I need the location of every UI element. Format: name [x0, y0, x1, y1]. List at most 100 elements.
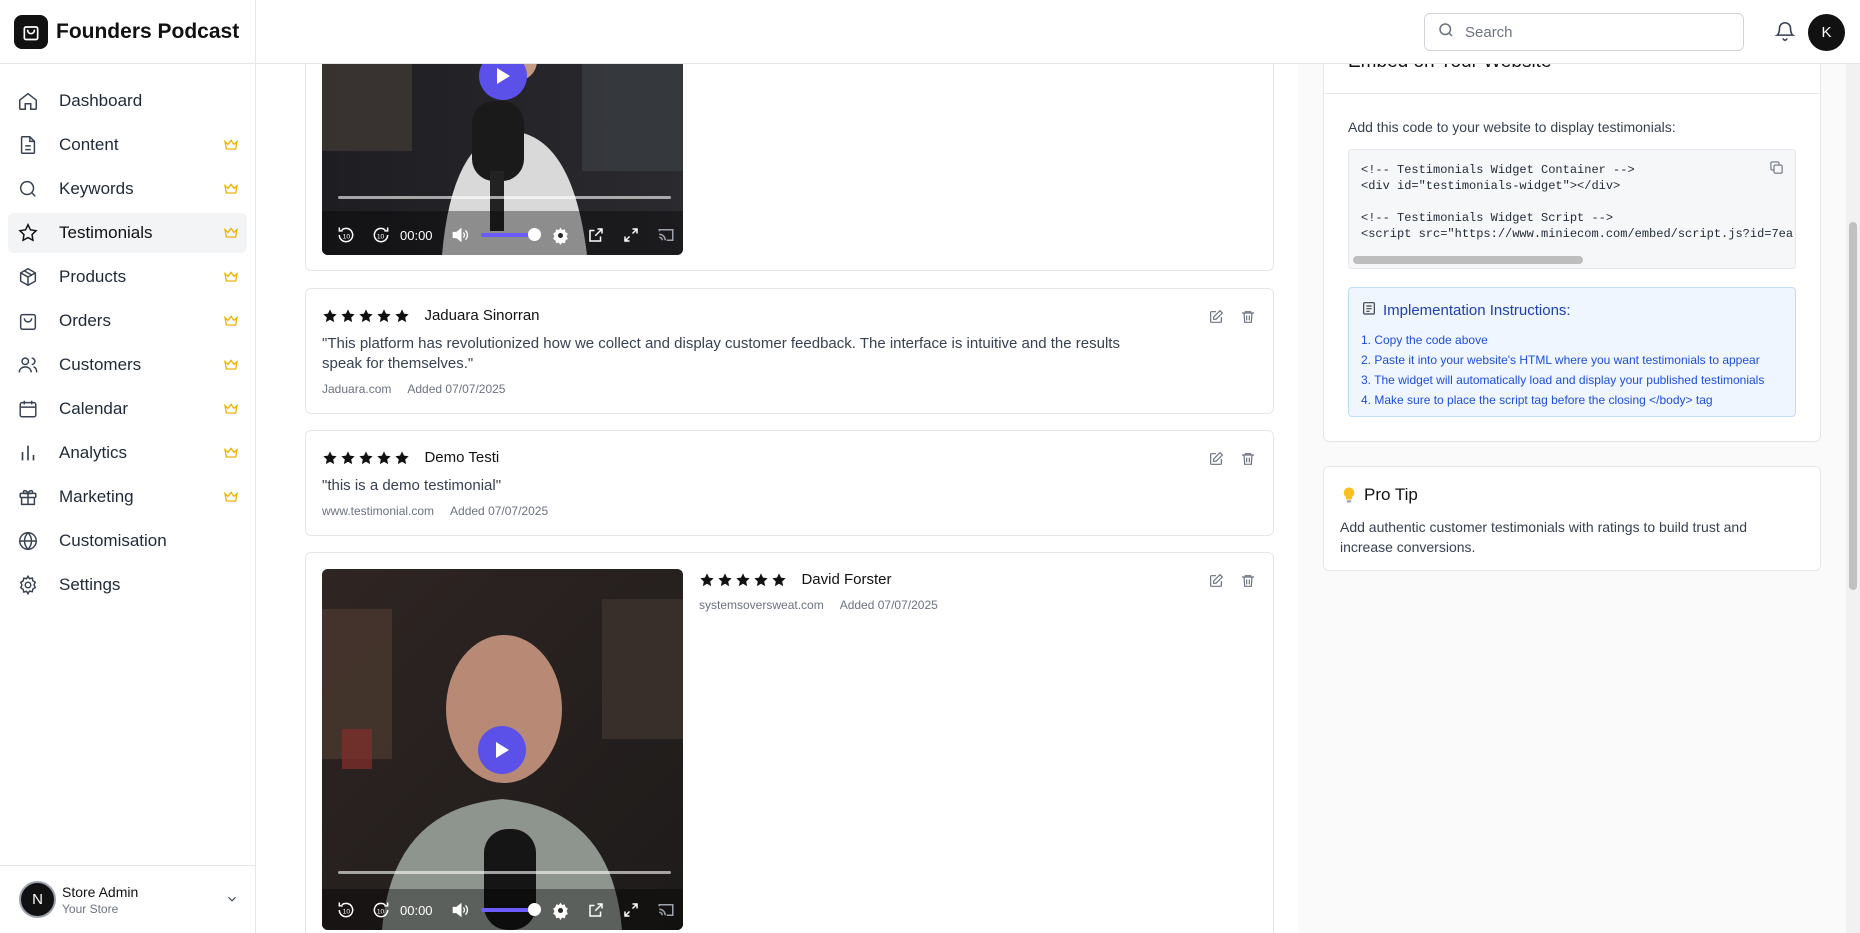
rewind-10-icon[interactable]: 10	[328, 900, 363, 920]
instructions-title-text: Implementation Instructions:	[1383, 301, 1571, 319]
star-icon	[395, 309, 409, 322]
volume-slider[interactable]	[481, 228, 541, 241]
avatar: N	[19, 881, 56, 918]
search-input[interactable]	[1465, 23, 1725, 41]
lightbulb-icon	[1340, 486, 1358, 504]
star-rating	[699, 572, 787, 588]
video-time: 00:00	[400, 227, 433, 243]
video-progress-bar[interactable]	[338, 196, 671, 199]
play-button[interactable]	[478, 726, 526, 774]
video-progress-bar[interactable]	[338, 871, 671, 874]
forward-10-icon[interactable]: 10	[363, 225, 398, 245]
topbar: K	[256, 0, 1860, 64]
sidebar-item-testimonials[interactable]: Testimonials	[8, 213, 247, 253]
star-icon	[323, 309, 337, 322]
instructions-title: Implementation Instructions:	[1361, 300, 1783, 320]
sidebar-item-keywords[interactable]: Keywords	[8, 169, 247, 209]
bell-icon[interactable]	[1774, 20, 1796, 47]
star-icon	[359, 451, 373, 464]
popout-icon[interactable]	[578, 901, 613, 919]
settings-gear-icon[interactable]	[543, 226, 578, 245]
brand-name: Founders Podcast	[56, 19, 240, 43]
fullscreen-icon[interactable]	[613, 901, 648, 919]
volume-slider-knob[interactable]	[528, 228, 541, 241]
instruction-step: 3. The widget will automatically load an…	[1361, 373, 1765, 387]
sidebar-item-label: Calendar	[59, 399, 128, 418]
instructions-list: 1. Copy the code above 2. Paste it into …	[1361, 330, 1783, 410]
sidebar-item-orders[interactable]: Orders	[8, 301, 247, 341]
star-icon	[17, 222, 39, 244]
edit-icon[interactable]	[1207, 308, 1225, 326]
sidebar-item-label: Analytics	[59, 443, 128, 462]
popout-icon[interactable]	[578, 226, 613, 244]
sidebar-item-content[interactable]: Content	[8, 125, 247, 165]
star-icon	[377, 451, 391, 464]
sidebar-item-products[interactable]: Products	[8, 257, 247, 297]
testimonial-meta: Jaduara.com Added 07/07/2025	[322, 382, 505, 396]
testimonial-quote: "this is a demo testimonial"	[322, 477, 502, 494]
star-icon	[736, 573, 750, 586]
chevron-down-icon	[225, 892, 239, 911]
cast-icon[interactable]	[648, 226, 683, 244]
sidebar-item-label: Settings	[59, 575, 121, 594]
user-menu[interactable]: N Store Admin Your Store	[0, 865, 255, 933]
sidebar-item-label: Customers	[59, 355, 142, 374]
crown-icon	[223, 489, 239, 505]
crown-icon	[223, 313, 239, 329]
sidebar-item-analytics[interactable]: Analytics	[8, 433, 247, 473]
sidebar-item-customisation[interactable]: Customisation	[8, 521, 247, 561]
sidebar-item-customers[interactable]: Customers	[8, 345, 247, 385]
embed-description: Add this code to your website to display…	[1348, 119, 1676, 135]
volume-slider[interactable]	[481, 903, 541, 916]
brand[interactable]: Founders Podcast	[0, 0, 255, 64]
rewind-10-icon[interactable]: 10	[328, 225, 363, 245]
sidebar-item-settings[interactable]: Settings	[8, 565, 247, 605]
sidebar-nav: Dashboard Content Keywords Testimonials …	[0, 64, 255, 605]
trash-icon[interactable]	[1239, 308, 1257, 326]
testimonial-actions	[1207, 572, 1257, 590]
embed-code-box[interactable]: <!-- Testimonials Widget Container --> <…	[1348, 149, 1796, 269]
trash-icon[interactable]	[1239, 450, 1257, 468]
edit-icon[interactable]	[1207, 572, 1225, 590]
testimonial-header: Jaduara Sinorran	[322, 307, 540, 325]
star-icon	[718, 573, 732, 586]
forward-10-icon[interactable]: 10	[363, 900, 398, 920]
sidebar-item-calendar[interactable]: Calendar	[8, 389, 247, 429]
sidebar-item-label: Testimonials	[59, 223, 153, 242]
play-icon	[497, 68, 510, 84]
avatar[interactable]: K	[1808, 14, 1845, 51]
globe-icon	[17, 530, 39, 552]
pro-tip-title: Pro Tip	[1340, 485, 1418, 505]
sidebar-item-dashboard[interactable]: Dashboard	[8, 81, 247, 121]
star-icon	[700, 573, 714, 586]
testimonial-author: David Forster	[801, 571, 892, 589]
copy-icon[interactable]	[1769, 160, 1785, 176]
svg-text:10: 10	[376, 233, 384, 240]
sidebar-item-marketing[interactable]: Marketing	[8, 477, 247, 517]
cast-icon[interactable]	[648, 901, 683, 919]
settings-gear-icon[interactable]	[543, 901, 578, 920]
video-player[interactable]: 10 10 00:00	[322, 569, 683, 930]
star-icon	[341, 309, 355, 322]
testimonial-meta: systemsoversweat.com Added 07/07/2025	[699, 598, 938, 612]
edit-icon[interactable]	[1207, 450, 1225, 468]
star-icon	[772, 573, 786, 586]
user-info: Store Admin Your Store	[62, 884, 138, 916]
volume-icon[interactable]	[442, 900, 477, 920]
volume-icon[interactable]	[442, 225, 477, 245]
search-box[interactable]	[1424, 13, 1744, 51]
app-root: Founders Podcast Dashboard Content Keywo…	[0, 0, 1860, 933]
testimonial-author: Demo Testi	[424, 449, 500, 467]
page-scrollbar-thumb[interactable]	[1849, 222, 1857, 590]
crown-icon	[223, 181, 239, 197]
fullscreen-icon[interactable]	[613, 226, 648, 244]
gift-icon	[17, 486, 39, 508]
volume-slider-knob[interactable]	[528, 903, 541, 916]
play-icon	[496, 742, 509, 758]
trash-icon[interactable]	[1239, 572, 1257, 590]
embed-code[interactable]: <!-- Testimonials Widget Container --> <…	[1361, 162, 1793, 242]
document-icon	[17, 134, 39, 156]
pro-tip-title-text: Pro Tip	[1364, 485, 1418, 504]
code-horizontal-scrollbar[interactable]	[1353, 256, 1583, 264]
testimonial-source: systemsoversweat.com	[699, 598, 824, 612]
